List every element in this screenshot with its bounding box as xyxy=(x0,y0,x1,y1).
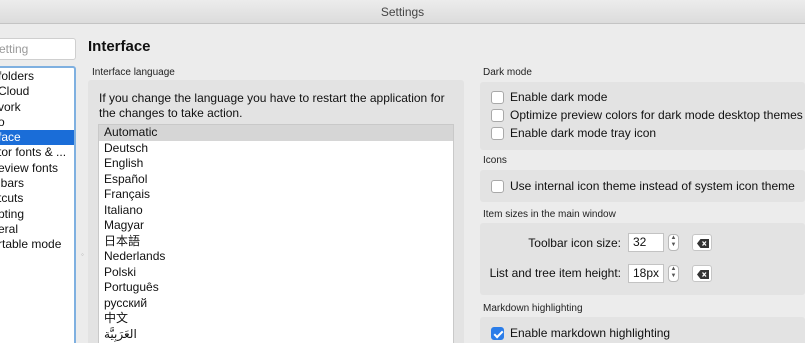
language-option-japanese[interactable]: 日本語 xyxy=(99,234,453,250)
sidebar-item-shortcuts[interactable]: tcuts xyxy=(0,191,74,206)
sidebar-item-preview-fonts[interactable]: eview fonts xyxy=(0,161,74,176)
window-title: Settings xyxy=(380,5,425,19)
language-option-arabic[interactable]: العَرَبِيَّة xyxy=(99,327,453,343)
icons-group-label: Icons xyxy=(483,155,507,166)
sidebar-item-folders[interactable]: folders xyxy=(0,69,74,84)
clear-icon xyxy=(697,239,709,248)
item-sizes-group-label: Item sizes in the main window xyxy=(483,209,616,220)
enable-dark-mode-label: Enable dark mode xyxy=(510,90,608,104)
sidebar-item-general[interactable]: eral xyxy=(0,222,74,237)
sidebar-item-scripting[interactable]: pting xyxy=(0,207,74,222)
toolbar-icon-size-input[interactable]: 32 xyxy=(628,233,664,252)
window-titlebar: Settings xyxy=(0,0,805,24)
toolbar-icon-size-label: Toolbar icon size: xyxy=(528,236,621,250)
internal-icon-theme-box[interactable] xyxy=(491,179,504,193)
splitter-handle-icon[interactable]: ◦ xyxy=(81,250,84,259)
dark-mode-tray-icon-label: Enable dark mode tray icon xyxy=(510,126,657,140)
sidebar-item-toolbars[interactable]: lbars xyxy=(0,176,74,191)
language-list[interactable]: Automatic Deutsch English Español França… xyxy=(98,124,454,343)
sidebar-item-portable-mode[interactable]: rtable mode xyxy=(0,237,74,252)
language-option-deutsch[interactable]: Deutsch xyxy=(99,141,453,157)
language-option-espanol[interactable]: Español xyxy=(99,172,453,188)
dark-mode-tray-icon-checkbox[interactable]: Enable dark mode tray icon xyxy=(491,126,656,140)
language-option-magyar[interactable]: Magyar xyxy=(99,218,453,234)
list-tree-item-height-reset-button[interactable] xyxy=(692,265,712,282)
list-tree-item-height-input[interactable]: 18px xyxy=(628,264,664,283)
settings-sidebar: folders Cloud vork o face tor fonts & ..… xyxy=(0,66,76,343)
internal-icon-theme-checkbox[interactable]: Use internal icon theme instead of syste… xyxy=(491,179,795,193)
toolbar-icon-size-stepper[interactable]: ▲ ▼ xyxy=(668,234,679,251)
language-option-russian[interactable]: русский xyxy=(99,296,453,312)
dark-mode-group-label: Dark mode xyxy=(483,67,532,78)
enable-dark-mode-box[interactable] xyxy=(491,90,504,104)
optimize-preview-colors-label: Optimize preview colors for dark mode de… xyxy=(510,108,803,122)
list-tree-item-height-label: List and tree item height: xyxy=(489,266,621,280)
enable-markdown-highlighting-checkbox[interactable]: Enable markdown highlighting xyxy=(491,326,670,340)
optimize-preview-colors-checkbox[interactable]: Optimize preview colors for dark mode de… xyxy=(491,108,803,122)
list-tree-item-height-stepper[interactable]: ▲ ▼ xyxy=(668,265,679,282)
language-option-automatic[interactable]: Automatic xyxy=(99,125,453,141)
toolbar-icon-size-reset-button[interactable] xyxy=(692,234,712,251)
enable-markdown-highlighting-label: Enable markdown highlighting xyxy=(510,326,671,340)
dark-mode-tray-icon-box[interactable] xyxy=(491,126,504,140)
sidebar-item-interface[interactable]: face xyxy=(0,130,74,146)
enable-dark-mode-checkbox[interactable]: Enable dark mode xyxy=(491,90,607,104)
language-option-francais[interactable]: Français xyxy=(99,187,453,203)
markdown-group-label: Markdown highlighting xyxy=(483,303,583,314)
language-option-nederlands[interactable]: Nederlands xyxy=(99,249,453,265)
language-option-english[interactable]: English xyxy=(99,156,453,172)
language-option-portugues[interactable]: Português xyxy=(99,280,453,296)
internal-icon-theme-label: Use internal icon theme instead of syste… xyxy=(510,179,795,193)
language-option-chinese[interactable]: 中文 xyxy=(99,311,453,327)
sidebar-item-debug[interactable]: l xyxy=(0,253,74,268)
interface-language-group-label: Interface language xyxy=(92,67,175,78)
page-title: Interface xyxy=(88,38,151,55)
sidebar-item-network[interactable]: vork xyxy=(0,100,74,115)
settings-search-input[interactable]: etting xyxy=(0,38,76,60)
clear-icon xyxy=(697,270,709,279)
optimize-preview-colors-box[interactable] xyxy=(491,108,504,122)
sidebar-item-editor-fonts[interactable]: tor fonts & ... xyxy=(0,145,74,160)
language-option-italiano[interactable]: Italiano xyxy=(99,203,453,219)
language-restart-note: If you change the language you have to r… xyxy=(99,91,445,120)
sidebar-item-todo[interactable]: o xyxy=(0,115,74,130)
language-option-polski[interactable]: Polski xyxy=(99,265,453,281)
sidebar-item-cloud[interactable]: Cloud xyxy=(0,84,74,99)
enable-markdown-highlighting-box[interactable] xyxy=(491,326,504,340)
